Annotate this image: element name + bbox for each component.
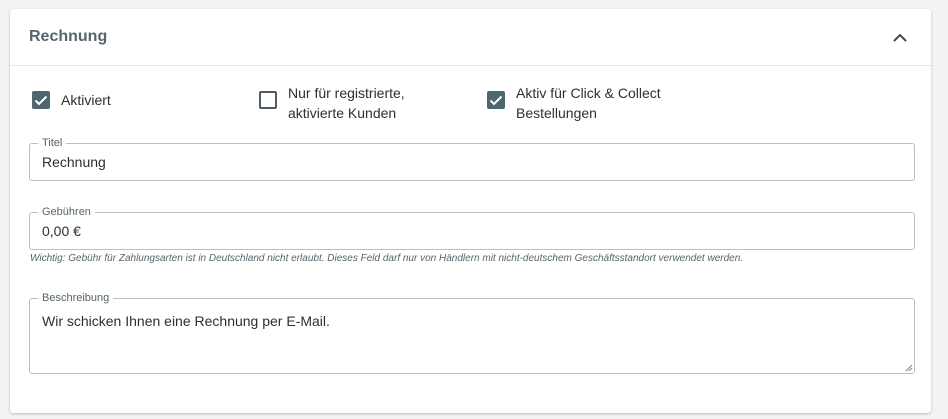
checkbox-label: Nur für registrierte, aktivierte Kunden	[288, 85, 405, 121]
checkbox-checked-icon[interactable]	[32, 91, 50, 109]
checkbox-label: Aktiv für Click & Collect Bestellungen	[516, 85, 661, 121]
resize-handle-icon[interactable]	[904, 363, 913, 372]
title-field[interactable]: Titel Rechnung	[29, 136, 915, 181]
panel-header[interactable]: Rechnung	[10, 9, 931, 66]
description-field-label: Beschreibung	[38, 291, 114, 305]
checkbox-unchecked-icon[interactable]	[259, 91, 277, 109]
fees-field-label: Gebühren	[38, 205, 95, 219]
options-row: Aktiviert Nur für registrierte, aktivier…	[10, 83, 931, 123]
title-input[interactable]: Rechnung	[42, 154, 106, 170]
payment-method-panel: Rechnung Aktiviert Nur für registrierte,…	[10, 9, 931, 413]
checkbox-activated[interactable]: Aktiviert	[32, 83, 111, 110]
fees-field[interactable]: Gebühren 0,00 €	[29, 205, 915, 250]
checkbox-click-collect[interactable]: Aktiv für Click & Collect Bestellungen	[487, 83, 676, 123]
fees-hint: Wichtig: Gebühr für Zahlungsarten ist in…	[30, 253, 744, 264]
chevron-up-icon[interactable]	[888, 25, 912, 49]
fees-input[interactable]: 0,00 €	[42, 223, 81, 239]
checkbox-registered-only[interactable]: Nur für registrierte, aktivierte Kunden	[259, 83, 418, 123]
title-field-label: Titel	[38, 136, 67, 150]
checkbox-label: Aktiviert	[61, 92, 111, 108]
description-field[interactable]: Beschreibung Wir schicken Ihnen eine Rec…	[29, 291, 915, 374]
checkbox-checked-icon[interactable]	[487, 91, 505, 109]
description-textarea[interactable]: Wir schicken Ihnen eine Rechnung per E-M…	[42, 313, 330, 329]
panel-title: Rechnung	[29, 28, 108, 45]
